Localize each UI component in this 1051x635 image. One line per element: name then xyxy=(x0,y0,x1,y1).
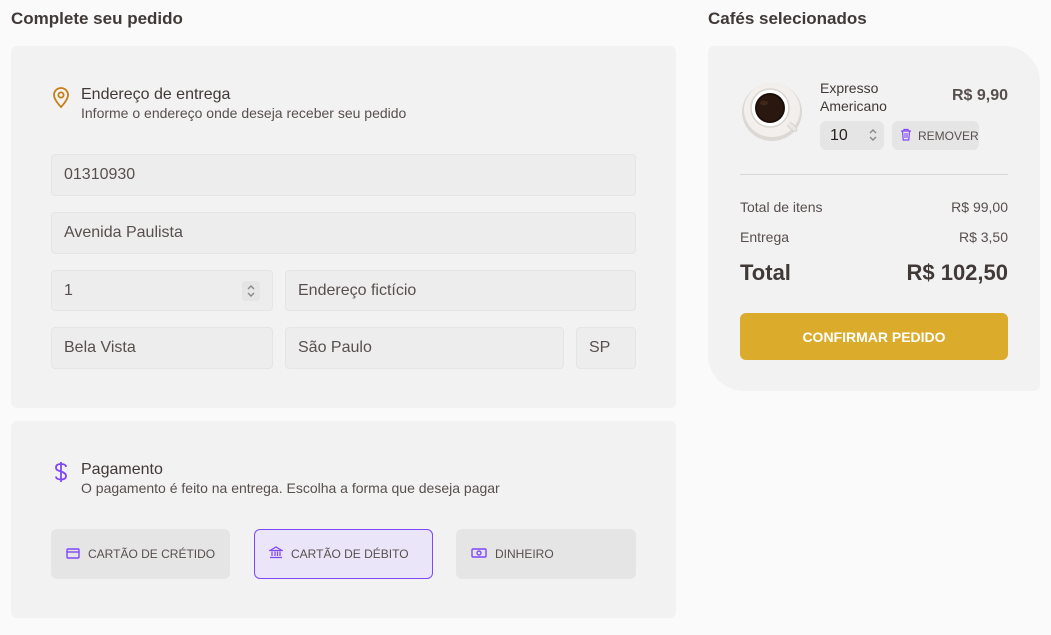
complement-value: Endereço fictício xyxy=(298,281,417,299)
cash-label: DINHEIRO xyxy=(495,547,554,561)
debit-card-option[interactable]: CARTÃO DE DÉBITO xyxy=(254,529,433,579)
cep-field[interactable]: 01310930 xyxy=(51,154,636,196)
dollar-sign-icon xyxy=(54,461,68,488)
payment-card: Pagamento O pagamento é feito na entrega… xyxy=(11,421,676,618)
address-subtitle: Informe o endereço onde deseja receber s… xyxy=(81,105,407,121)
checkout-heading: Complete seu pedido xyxy=(11,9,183,28)
items-total-label: Total de itens xyxy=(740,199,823,215)
quantity-value: 10 xyxy=(830,126,848,144)
delivery-value: R$ 3,50 xyxy=(958,229,1008,245)
address-title: Endereço de entrega xyxy=(81,86,231,103)
delivery-row: Entrega R$ 3,50 xyxy=(740,229,1008,245)
complement-field[interactable]: Endereço fictício xyxy=(285,270,636,311)
cart-card: Expresso Americano R$ 9,90 10 REMOVER To… xyxy=(708,46,1040,391)
confirm-order-button[interactable]: CONFIRMAR PEDIDO xyxy=(740,313,1008,360)
coffee-name: Expresso Americano xyxy=(820,79,887,115)
items-total-value: R$ 99,00 xyxy=(951,199,1008,215)
payment-subtitle: O pagamento é feito na entrega. Escolha … xyxy=(81,480,500,496)
total-row: Total R$ 102,50 xyxy=(740,260,1008,286)
selected-coffees-heading: Cafés selecionados xyxy=(708,9,867,28)
quantity-arrows-icon[interactable] xyxy=(868,128,878,147)
bank-icon xyxy=(267,546,285,562)
address-card: Endereço de entrega Informe o endereço o… xyxy=(11,46,676,408)
cep-value: 01310930 xyxy=(64,166,136,183)
cart-divider xyxy=(740,174,1008,175)
city-field[interactable]: São Paulo xyxy=(285,327,564,369)
delivery-label: Entrega xyxy=(740,229,790,245)
street-value: Avenida Paulista xyxy=(64,224,183,241)
number-stepper-icon[interactable] xyxy=(242,280,260,301)
street-field[interactable]: Avenida Paulista xyxy=(51,212,636,254)
remove-label: REMOVER xyxy=(918,128,979,143)
map-pin-icon xyxy=(52,87,70,114)
number-field[interactable]: 1 xyxy=(51,270,273,311)
city-value: São Paulo xyxy=(298,339,372,356)
cash-option[interactable]: DINHEIRO xyxy=(456,529,636,579)
uf-field[interactable]: SP xyxy=(576,327,636,369)
total-value: R$ 102,50 xyxy=(906,260,1008,285)
credit-card-option[interactable]: CARTÃO DE CRÉTIDO xyxy=(51,529,230,579)
remove-button[interactable]: REMOVER xyxy=(892,121,979,150)
number-value: 1 xyxy=(64,281,73,299)
credit-card-label: CARTÃO DE CRÉTIDO xyxy=(88,547,216,561)
coffee-name-line2: Americano xyxy=(820,98,887,114)
credit-card-icon xyxy=(66,547,80,562)
coffee-name-line1: Expresso xyxy=(820,80,879,96)
coffee-cup-image xyxy=(740,78,804,147)
neighborhood-value: Bela Vista xyxy=(64,339,136,356)
trash-icon xyxy=(900,128,912,144)
payment-title: Pagamento xyxy=(81,461,163,478)
items-total-row: Total de itens R$ 99,00 xyxy=(740,199,1008,215)
quantity-stepper[interactable]: 10 xyxy=(820,121,884,150)
money-icon xyxy=(471,547,487,562)
debit-card-label: CARTÃO DE DÉBITO xyxy=(291,547,409,561)
coffee-price: R$ 9,90 xyxy=(951,87,1008,104)
neighborhood-field[interactable]: Bela Vista xyxy=(51,327,273,369)
uf-value: SP xyxy=(589,339,611,356)
total-label: Total xyxy=(740,260,791,285)
